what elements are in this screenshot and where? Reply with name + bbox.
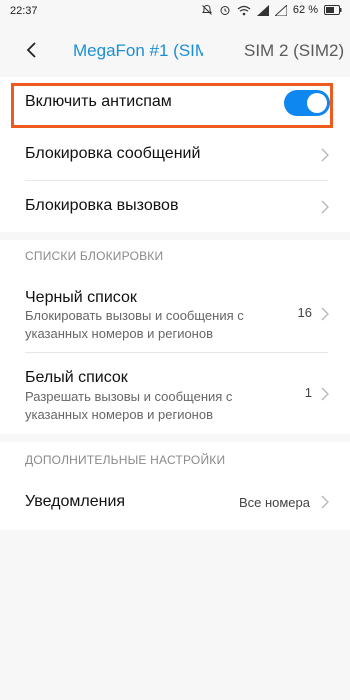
blacklist-title: Черный список <box>25 289 137 306</box>
notifications-label: Уведомления <box>25 493 126 510</box>
chevron-right-icon <box>321 148 329 162</box>
mute-icon <box>201 4 212 15</box>
antispam-toggle[interactable] <box>284 90 330 116</box>
additional-settings-card: ДОПОЛНИТЕЛЬНЫЕ НАСТРОЙКИ Уведомления Все… <box>0 442 350 530</box>
sms-block-row[interactable]: Блокировка сообщений <box>0 129 350 180</box>
call-block-label: Блокировка вызовов <box>25 197 179 214</box>
chevron-right-icon <box>321 200 329 214</box>
notifications-row[interactable]: Уведомления Все номера <box>0 478 350 530</box>
title-bar: MegaFon #1 (SIM1) SIM 2 (SIM2) <box>0 24 350 76</box>
block-lists-header: СПИСКИ БЛОКИРОВКИ <box>25 249 164 263</box>
sms-block-label: Блокировка сообщений <box>25 145 201 162</box>
blacklist-row[interactable]: Черный список Блокировать вызовы и сообщ… <box>0 274 350 352</box>
whitelist-title: Белый список <box>25 369 128 386</box>
blacklist-subtitle: Блокировать вызовы и сообщения с указанн… <box>25 308 244 341</box>
antispam-row[interactable]: Включить антиспам <box>0 77 350 129</box>
wifi-icon <box>237 5 251 15</box>
status-icons: 62 % <box>201 4 342 16</box>
block-lists-card: СПИСКИ БЛОКИРОВКИ Черный список Блокиров… <box>0 240 350 434</box>
notifications-value: Все номера <box>238 495 310 510</box>
whitelist-subtitle: Разрешать вызовы и сообщения с указанных… <box>25 389 233 422</box>
tab-sim2[interactable]: SIM 2 (SIM2) <box>244 41 350 61</box>
alarm-icon <box>220 6 230 15</box>
additional-header: ДОПОЛНИТЕЛЬНЫЕ НАСТРОЙКИ <box>25 453 226 467</box>
battery-percent: 62 % <box>292 4 318 16</box>
tab-sim1[interactable]: MegaFon #1 (SIM1) <box>73 41 203 61</box>
whitelist-row[interactable]: Белый список Разрешать вызовы и сообщени… <box>0 353 350 433</box>
signal2-icon <box>274 4 287 16</box>
status-time: 22:37 <box>10 5 38 17</box>
signal-icon <box>256 4 269 16</box>
toggle-knob <box>307 93 327 113</box>
status-bar: 22:37 62 % <box>0 0 350 24</box>
main-settings-card: Включить антиспам Блокировка сообщений Б… <box>0 77 350 232</box>
call-block-row[interactable]: Блокировка вызовов <box>0 181 350 232</box>
antispam-label: Включить антиспам <box>25 93 172 110</box>
chevron-right-icon <box>321 387 329 401</box>
chevron-right-icon <box>321 307 329 321</box>
chevron-right-icon <box>321 495 329 509</box>
blacklist-count: 16 <box>297 305 312 320</box>
chevron-left-icon[interactable] <box>22 40 42 60</box>
whitelist-count: 1 <box>304 385 312 400</box>
battery-icon <box>324 5 342 15</box>
